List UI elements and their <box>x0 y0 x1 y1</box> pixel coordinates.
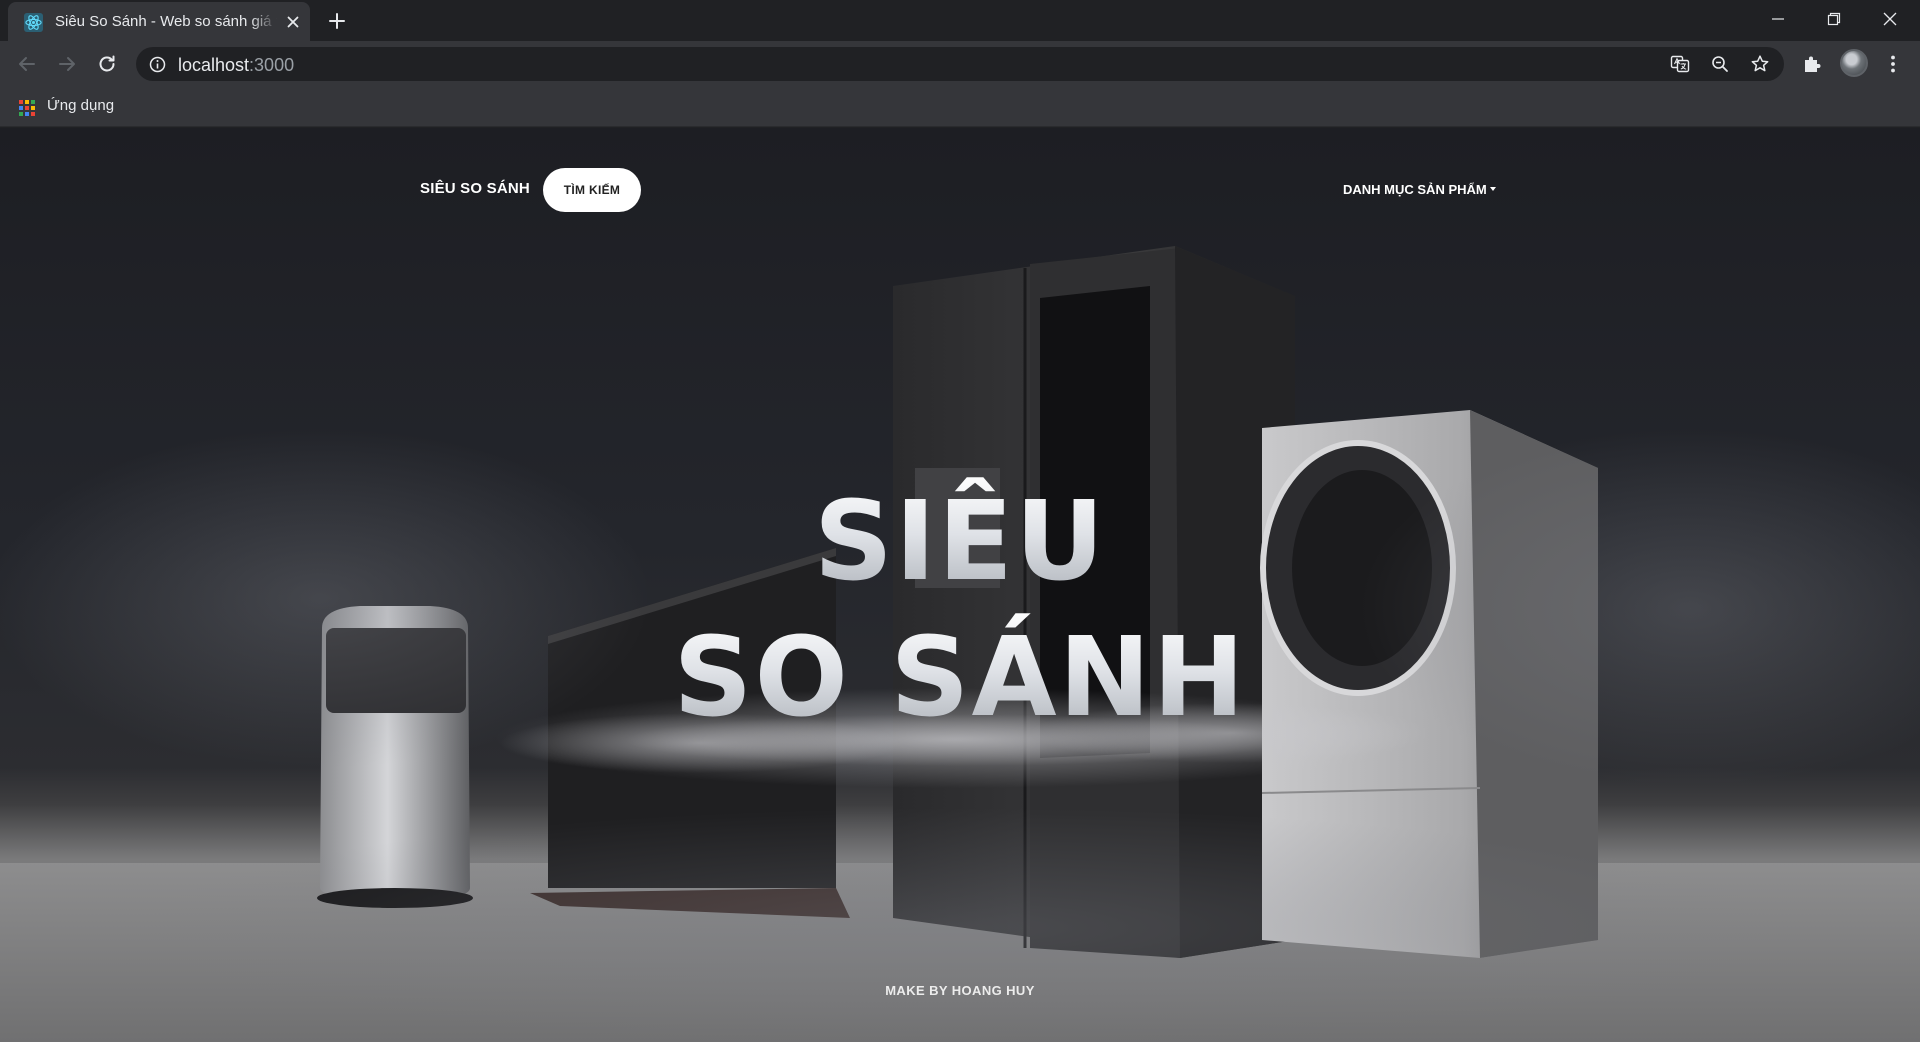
new-tab-plus-icon[interactable] <box>326 10 348 32</box>
site-brand-link[interactable]: SIÊU SO SÁNH <box>420 180 530 197</box>
restore-window-button[interactable] <box>1806 0 1862 38</box>
hero-title-line-2: SO SÁNH <box>0 609 1920 745</box>
bookmark-star-icon[interactable] <box>1750 54 1770 74</box>
tab-title: Siêu So Sánh - Web so sánh giá tốt nhất <box>55 13 277 30</box>
minimize-window-button[interactable] <box>1750 0 1806 38</box>
back-arrow-icon[interactable] <box>15 52 39 76</box>
apps-bookmark-label[interactable]: Ứng dụng <box>47 97 114 114</box>
forward-arrow-icon[interactable] <box>55 52 79 76</box>
page-viewport: SIÊU SO SÁNH TÌM KIẾM DANH MỤC SẢN PHẨM … <box>0 128 1920 1042</box>
address-url: localhost:3000 <box>178 55 294 76</box>
product-category-dropdown[interactable]: DANH MỤC SẢN PHẨM <box>1343 182 1496 197</box>
site-info-icon[interactable] <box>149 56 166 73</box>
browser-toolbar: localhost:3000 <box>0 41 1920 87</box>
close-icon <box>1883 12 1897 26</box>
address-port: :3000 <box>249 55 295 75</box>
translate-icon[interactable] <box>1670 54 1690 74</box>
profile-avatar[interactable] <box>1840 49 1868 77</box>
footer-credit: MAKE BY HOANG HUY <box>885 983 1035 998</box>
zoom-out-icon[interactable] <box>1710 54 1730 74</box>
restore-icon <box>1827 12 1841 26</box>
hero-title: SIÊU SO SÁNH <box>0 473 1920 746</box>
more-menu-icon[interactable] <box>1882 53 1904 75</box>
close-icon[interactable] <box>284 13 302 31</box>
extensions-puzzle-icon[interactable] <box>1801 53 1823 75</box>
minimize-icon <box>1772 18 1784 20</box>
caret-down-icon <box>1489 186 1496 191</box>
browser-tab-strip: Siêu So Sánh - Web so sánh giá tốt nhất <box>0 0 1920 41</box>
react-logo-icon <box>24 13 43 32</box>
product-category-label: DANH MỤC SẢN PHẨM <box>1343 182 1487 197</box>
search-button[interactable]: TÌM KIẾM <box>543 168 641 212</box>
address-host: localhost <box>178 55 250 75</box>
hero-title-line-1: SIÊU <box>0 473 1920 609</box>
browser-tab-active[interactable]: Siêu So Sánh - Web so sánh giá tốt nhất <box>8 2 310 41</box>
close-window-button[interactable] <box>1862 0 1918 38</box>
address-bar[interactable]: localhost:3000 <box>136 47 1784 81</box>
reload-icon[interactable] <box>95 52 119 76</box>
bookmarks-bar: Ứng dụng <box>0 87 1920 127</box>
apps-grid-icon[interactable] <box>19 100 35 116</box>
